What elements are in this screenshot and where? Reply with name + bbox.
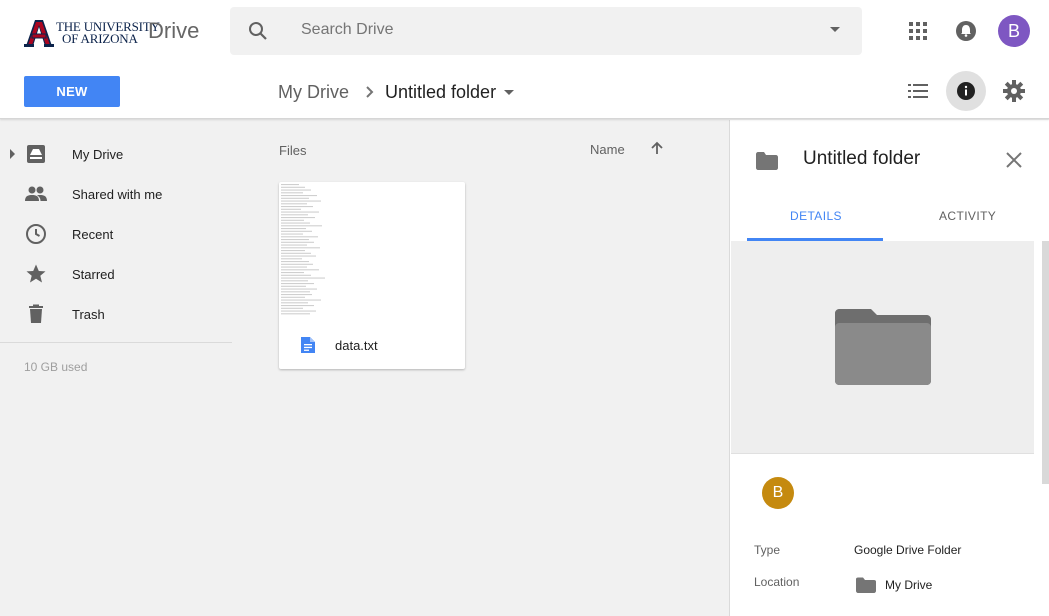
sidebar-item-my-drive[interactable]: My Drive: [0, 134, 232, 174]
location-chip[interactable]: My Drive: [856, 577, 932, 593]
new-button[interactable]: NEW: [24, 76, 120, 107]
breadcrumb-my-drive[interactable]: My Drive: [278, 82, 349, 103]
tab-details[interactable]: DETAILS: [790, 209, 842, 223]
text-preview-lines: [281, 184, 325, 315]
apps-grid-icon[interactable]: [902, 15, 934, 47]
notifications-bell-icon[interactable]: [950, 15, 982, 47]
university-logo[interactable]: THE UNIVERSITY OF ARIZONA: [24, 18, 160, 48]
star-icon: [26, 264, 46, 283]
sidebar-item-label: Recent: [72, 226, 114, 242]
chevron-right-icon: [366, 86, 374, 98]
sidebar-item-label: Trash: [72, 306, 105, 322]
location-value: My Drive: [885, 578, 933, 592]
file-name: data.txt: [335, 338, 378, 353]
type-value: Google Drive Folder: [854, 543, 962, 557]
arizona-a-logo-icon: [24, 20, 54, 47]
trash-icon: [29, 304, 43, 323]
sidebar-divider: [0, 342, 232, 343]
tab-activity[interactable]: ACTIVITY: [939, 209, 996, 223]
drive-icon: [27, 145, 45, 163]
app-name: Drive: [148, 18, 200, 43]
folder-icon: [756, 152, 778, 170]
file-list-area: Files Name data.txt: [232, 120, 729, 616]
list-view-icon[interactable]: [898, 71, 938, 111]
top-header: THE UNIVERSITY OF ARIZONA Drive Search D…: [0, 0, 1049, 119]
sidebar-item-starred[interactable]: Starred: [0, 254, 232, 294]
doc-icon: [301, 337, 315, 353]
file-card[interactable]: data.txt: [279, 182, 465, 369]
files-section-label: Files: [279, 143, 307, 158]
search-icon[interactable]: [246, 19, 270, 43]
storage-usage: 10 GB used: [24, 360, 88, 374]
people-icon: [25, 186, 47, 201]
clock-icon: [26, 224, 46, 244]
sort-ascending-arrow-icon[interactable]: [649, 140, 665, 156]
details-pane: Untitled folder DETAILS ACTIVITY B Type …: [729, 120, 1049, 616]
location-label: Location: [754, 575, 800, 589]
settings-gear-icon[interactable]: [994, 71, 1034, 111]
sidebar-item-label: Starred: [72, 266, 115, 282]
sort-by-name-button[interactable]: Name: [590, 142, 625, 157]
sidebar-item-label: My Drive: [72, 146, 124, 162]
owner-avatar[interactable]: B: [762, 477, 794, 509]
sidebar-item-label: Shared with me: [72, 186, 163, 202]
details-title: Untitled folder: [803, 148, 921, 169]
details-scrollbar[interactable]: [1042, 241, 1049, 484]
account-avatar[interactable]: B: [998, 15, 1030, 47]
sidebar-item-recent[interactable]: Recent: [0, 214, 232, 254]
file-thumbnail: [279, 182, 465, 325]
expand-caret-icon[interactable]: [10, 149, 15, 159]
folder-menu-dropdown-icon[interactable]: [504, 89, 515, 95]
search-bar[interactable]: Search Drive: [230, 7, 862, 55]
breadcrumb-current-folder[interactable]: Untitled folder: [385, 82, 496, 103]
sidebar-item-trash[interactable]: Trash: [0, 294, 232, 334]
sidebar-item-shared-with-me[interactable]: Shared with me: [0, 174, 232, 214]
view-details-info-icon[interactable]: [946, 71, 986, 111]
file-name-row: data.txt: [279, 325, 465, 369]
search-input[interactable]: Search Drive: [301, 21, 393, 39]
sidebar: My Drive Shared with me Recent Starred T…: [0, 120, 232, 616]
breadcrumb: My Drive Untitled folder: [278, 80, 515, 104]
folder-preview: [731, 241, 1034, 454]
logo-line2: OF ARIZONA: [62, 31, 138, 46]
close-icon[interactable]: [1003, 149, 1025, 171]
large-folder-icon: [835, 309, 931, 385]
type-label: Type: [754, 543, 781, 557]
folder-icon: [856, 577, 876, 593]
search-options-dropdown-icon[interactable]: [830, 27, 840, 32]
logo-wordmark: THE UNIVERSITY OF ARIZONA: [56, 20, 160, 46]
